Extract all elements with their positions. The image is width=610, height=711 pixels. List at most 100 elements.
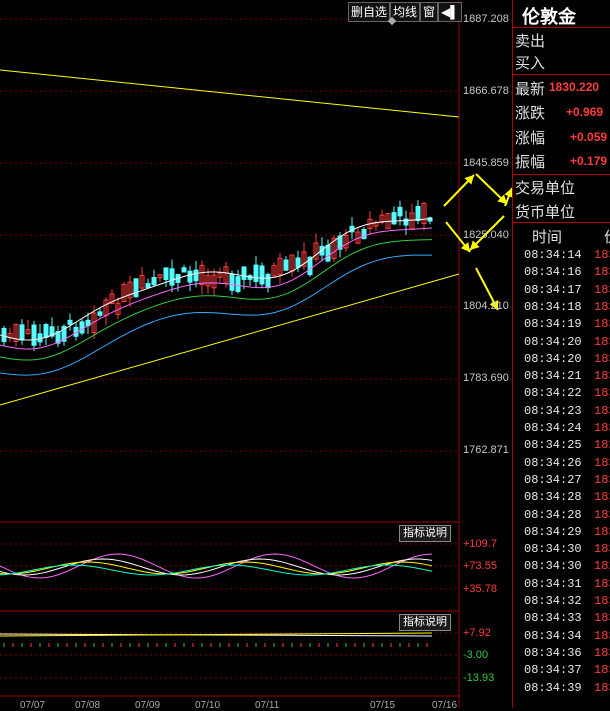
date-axis-label: 07/07: [20, 700, 46, 711]
candle-body: [415, 205, 421, 222]
divider: [512, 222, 610, 223]
candle-body: [67, 319, 73, 325]
trade-time: 08:34:34: [524, 628, 582, 643]
amplitude-label: 振幅: [515, 153, 546, 171]
trade-price: 183: [594, 334, 610, 349]
candle-body: [145, 283, 151, 289]
divider: [512, 174, 610, 175]
currency-unit-label: 货币单位: [515, 203, 576, 221]
indicator-axis-label: -3.00: [463, 649, 489, 661]
trade-price: 183: [594, 403, 610, 418]
candle-body: [229, 273, 235, 291]
trade-time: 08:34:24: [524, 421, 582, 435]
window-button[interactable]: 窗: [420, 2, 439, 22]
collapse-panel-icon[interactable]: ◀▌: [438, 2, 462, 22]
trade-time: 08:34:21: [524, 369, 582, 384]
candle-body: [295, 257, 301, 268]
trade-time: 08:34:16: [524, 265, 582, 280]
candle-body: [241, 266, 247, 280]
candle-body: [403, 218, 409, 226]
trade-price: 183: [594, 594, 610, 608]
trend-line: [0, 69, 460, 118]
trade-time: 08:34:33: [524, 611, 582, 626]
trade-time: 08:34:23: [524, 403, 582, 418]
trade-price: 183: [594, 299, 610, 314]
trade-time: 08:34:39: [524, 680, 582, 695]
price-axis-label: 1825.040: [463, 229, 509, 241]
candle-body: [1, 327, 7, 343]
trade-time: 08:34:20: [524, 334, 582, 349]
candle-body: [235, 276, 241, 293]
trade-price: 183: [594, 663, 610, 678]
trade-price: 183: [594, 455, 610, 470]
date-axis-label: 07/08: [75, 700, 101, 711]
candle-body: [169, 268, 175, 286]
indicator-axis-label: +7.92: [463, 627, 491, 639]
trade-price: 183: [594, 265, 610, 280]
candle-body: [151, 277, 157, 286]
trade-price: 183: [594, 542, 610, 557]
ma-lines: [0, 69, 460, 406]
trade-price: 183: [594, 369, 610, 384]
price-axis-label: 1887.208: [463, 13, 509, 25]
trade-time: 08:34:28: [524, 507, 582, 522]
indicator-axis-label: +73.55: [463, 560, 497, 572]
price-axis-label: 1762.871: [463, 444, 509, 456]
price-axis-label: 1783.690: [463, 372, 509, 384]
trade-time: 08:34:20: [524, 351, 582, 366]
date-axis-label: 07/09: [135, 700, 161, 711]
candle-body: [391, 212, 397, 225]
candle-body: [79, 321, 85, 334]
trade-time: 08:34:32: [524, 594, 582, 608]
trade-price: 183: [594, 524, 610, 539]
time-header: 时间: [532, 228, 563, 246]
indicator-axis-label: +109.7: [463, 538, 497, 550]
trade-price: 183: [594, 282, 610, 297]
trade-time: 08:34:37: [524, 663, 582, 678]
candle-body: [253, 264, 259, 282]
indicator-help-button[interactable]: 指标说明: [399, 525, 451, 542]
price-header: 价: [604, 226, 610, 247]
trade-time: 08:34:26: [524, 455, 582, 470]
trade-time: 08:34:14: [524, 248, 582, 262]
date-axis-label: 07/15: [370, 700, 396, 711]
grid-lines: [0, 0, 460, 708]
latest-value: 1830.220: [549, 80, 600, 94]
chart-toolbar: 删自选 均线 窗 ◀▌: [348, 2, 462, 22]
trade-time: 08:34:36: [524, 645, 582, 660]
trade-price: 183: [594, 680, 610, 695]
indicator-help-button[interactable]: 指标说明: [399, 614, 451, 631]
trade-price: 183: [594, 386, 610, 401]
divider: [512, 27, 610, 28]
trade-time: 08:34:29: [524, 524, 582, 539]
price-axis-label: 1866.678: [463, 85, 509, 97]
trade-price: 183: [594, 472, 610, 487]
trend-line: [0, 273, 460, 406]
trade-time: 08:34:31: [524, 576, 582, 591]
candle-body: [259, 265, 265, 285]
trade-time: 08:34:25: [524, 438, 582, 453]
instrument-title: 伦敦金: [522, 7, 576, 28]
trade-price: 183: [594, 611, 610, 626]
trade-time: 08:34:30: [524, 559, 582, 574]
trade-price: 183: [594, 421, 610, 435]
divider: [512, 74, 610, 75]
price-axis-label: 1804.210: [463, 300, 509, 312]
trade-price: 183: [594, 490, 610, 505]
candle-body: [133, 278, 139, 298]
trade-time: 08:34:22: [524, 386, 582, 401]
candle-body: [265, 273, 271, 289]
candle-body: [397, 206, 403, 217]
indicator-axis-label: -13.93: [463, 672, 495, 684]
candle-body: [97, 311, 103, 316]
delete-watchlist-button[interactable]: 删自选: [348, 2, 391, 22]
trade-price: 183: [594, 317, 610, 332]
price-chart[interactable]: [0, 0, 512, 708]
change-pct-label: 涨幅: [515, 129, 546, 147]
candle-body: [163, 267, 169, 280]
candle-body: [283, 259, 289, 271]
trade-time: 08:34:30: [524, 542, 582, 557]
trade-time: 08:34:18: [524, 299, 582, 314]
candle-body: [43, 323, 49, 338]
trade-time: 08:34:27: [524, 472, 582, 487]
